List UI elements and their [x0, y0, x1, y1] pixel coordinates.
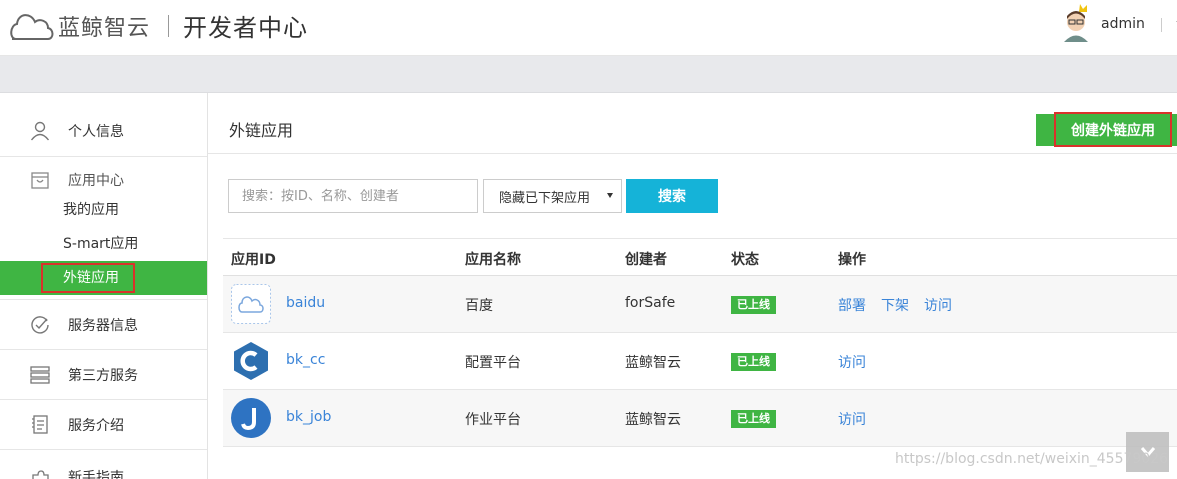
app-name: 配置平台	[465, 355, 521, 371]
sidebar-group-server: 服务器信息	[0, 300, 207, 350]
user-menu[interactable]: admin 注	[1060, 2, 1177, 42]
sidebar-item-label: 服务器信息	[68, 317, 138, 334]
sidebar-item-server-info[interactable]: 服务器信息	[0, 300, 207, 349]
status-badge: 已上线	[731, 353, 776, 371]
sidebar-item-third-party[interactable]: 第三方服务	[0, 350, 207, 399]
sidebar-item-label: 应用中心	[68, 173, 124, 189]
select-value: 隐藏已下架应用	[499, 190, 591, 206]
j-circle-icon[interactable]	[231, 398, 271, 438]
table-row: baidu 百度 forSafe 已上线 部署 下架 访问	[223, 276, 1177, 333]
brand-name: 蓝鲸智云	[58, 15, 151, 41]
cloud-logo-icon	[10, 13, 54, 40]
row-actions: 部署 下架 访问	[838, 295, 952, 315]
column-header: 操作	[838, 252, 866, 268]
puzzle-icon	[30, 467, 50, 479]
caret-down-icon	[607, 193, 613, 198]
sidebar-item-label: 新手指南	[68, 469, 124, 479]
column-header: 状态	[731, 252, 759, 268]
table-header: 应用ID 应用名称 创建者 状态 操作	[223, 238, 1177, 276]
sidebar-group-profile: 个人信息	[0, 93, 207, 157]
c-hexagon-icon[interactable]	[231, 341, 271, 381]
table-row: bk_job 作业平台 蓝鲸智云 已上线 访问	[223, 390, 1177, 447]
logo-divider	[168, 14, 170, 37]
deploy-link[interactable]: 部署	[838, 295, 866, 315]
app-creator: 蓝鲸智云	[625, 355, 681, 371]
table-row: bk_cc 配置平台 蓝鲸智云 已上线 访问	[223, 333, 1177, 390]
logo[interactable]: 蓝鲸智云 开发者中心	[8, 8, 308, 43]
avatar[interactable]	[1060, 2, 1094, 42]
bag-icon	[30, 170, 50, 190]
cloud-icon[interactable]	[231, 284, 271, 324]
sidebar-item-link-apps[interactable]: 外链应用	[0, 261, 207, 295]
sidebar-item-profile[interactable]: 个人信息	[0, 106, 207, 155]
sidebar-item-smart-apps[interactable]: S-mart应用	[0, 227, 207, 261]
sidebar: 个人信息 应用中心 我的应用 S-mart应用 外链应用 服务器信息 第三方服务…	[0, 93, 208, 479]
check-circle-icon	[30, 315, 50, 335]
search-input[interactable]	[228, 179, 478, 213]
row-actions: 访问	[838, 409, 866, 429]
user-divider	[1160, 18, 1162, 32]
sidebar-item-label: 服务介绍	[68, 417, 124, 434]
watermark: https://blog.csdn.net/weixin_45579026	[895, 451, 1169, 467]
status-badge: 已上线	[731, 410, 776, 428]
highlight-box	[41, 263, 135, 293]
person-icon	[30, 121, 50, 141]
app-name: 作业平台	[465, 412, 521, 428]
column-header: 创建者	[625, 252, 667, 268]
status-badge: 已上线	[731, 296, 776, 314]
sidebar-item-label: 第三方服务	[68, 367, 138, 384]
visit-link[interactable]: 访问	[838, 352, 866, 372]
column-header: 应用名称	[465, 252, 521, 268]
app-id-link[interactable]: baidu	[286, 295, 325, 311]
sidebar-item-label: 个人信息	[68, 123, 124, 140]
apps-table: 应用ID 应用名称 创建者 状态 操作 baidu 百度 forSafe 已上线…	[223, 238, 1177, 447]
sidebar-item-guide[interactable]: 新手指南	[0, 452, 207, 479]
section-title: 外链应用	[229, 121, 294, 140]
app-id-link[interactable]: bk_cc	[286, 352, 325, 368]
search-button[interactable]: 搜索	[626, 179, 718, 213]
sidebar-item-app-center[interactable]: 应用中心	[0, 157, 207, 193]
top-header: 蓝鲸智云 开发者中心 admin 注	[0, 0, 1177, 56]
sidebar-group-guide: 新手指南	[0, 452, 207, 479]
sub-header-bar	[0, 56, 1177, 93]
column-header: 应用ID	[231, 252, 276, 268]
status-filter-select[interactable]: 隐藏已下架应用	[483, 179, 622, 213]
sidebar-item-my-apps[interactable]: 我的应用	[0, 193, 207, 227]
visit-link[interactable]: 访问	[838, 409, 866, 429]
app-creator: forSafe	[625, 295, 676, 311]
row-actions: 访问	[838, 352, 866, 372]
sidebar-item-service-intro[interactable]: 服务介绍	[0, 400, 207, 449]
visit-link[interactable]: 访问	[924, 295, 952, 315]
sidebar-group-service-intro: 服务介绍	[0, 400, 207, 450]
app-creator: 蓝鲸智云	[625, 412, 681, 428]
offline-link[interactable]: 下架	[881, 295, 909, 315]
sidebar-group-third-party: 第三方服务	[0, 350, 207, 400]
user-name[interactable]: admin	[1101, 16, 1145, 32]
page-title: 开发者中心	[183, 14, 309, 42]
app-id-link[interactable]: bk_job	[286, 409, 331, 425]
divider	[208, 153, 1177, 154]
main-content: 外链应用 创建外链应用 隐藏已下架应用 搜索 应用ID 应用名称 创建者 状态 …	[208, 93, 1177, 479]
server-stack-icon	[30, 365, 50, 385]
document-icon	[30, 414, 50, 435]
create-link-app-button[interactable]: 创建外链应用	[1054, 112, 1172, 147]
app-name: 百度	[465, 298, 493, 314]
sidebar-group-app-center: 应用中心 我的应用 S-mart应用 外链应用	[0, 157, 207, 300]
